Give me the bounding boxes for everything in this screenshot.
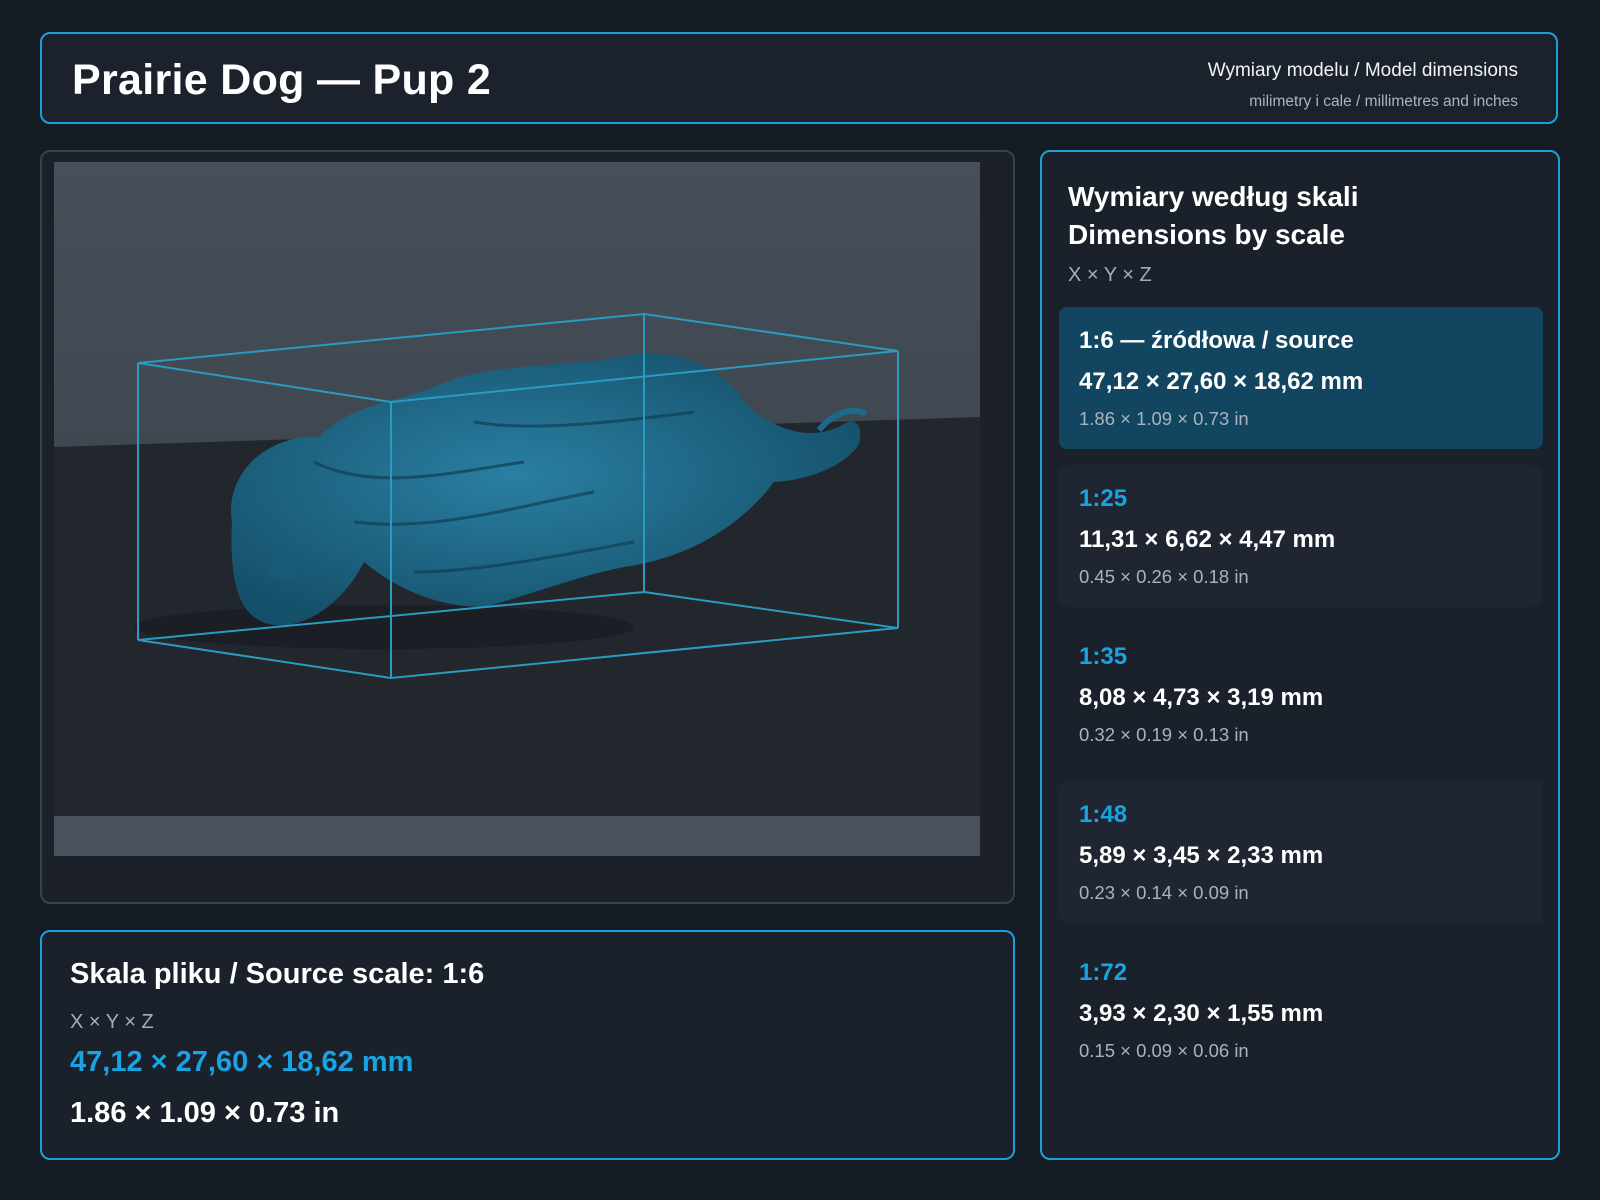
source-dimensions-mm: 47,12 × 27,60 × 18,62 mm — [70, 1046, 414, 1078]
scale-dimensions-inches: 0.23 × 0.14 × 0.09 in — [1079, 882, 1249, 903]
scale-item-1-6[interactable]: 1:6 — źródłowa / source 47,12 × 27,60 × … — [1059, 307, 1543, 449]
scale-item-1-48[interactable]: 1:48 5,89 × 3,45 × 2,33 mm 0.23 × 0.14 ×… — [1059, 781, 1543, 923]
dimensions-by-scale-panel: Wymiary według skali Dimensions by scale… — [1040, 150, 1560, 1160]
scale-label: 1:6 — źródłowa / source — [1079, 327, 1354, 354]
source-axes-label: X × Y × Z — [70, 1011, 154, 1033]
scale-list: 1:6 — źródłowa / source 47,12 × 27,60 × … — [1059, 307, 1543, 1097]
scale-axes-label: X × Y × Z — [1068, 264, 1152, 286]
source-scale-title: Skala pliku / Source scale: 1:6 — [70, 958, 485, 990]
source-scale-panel: Skala pliku / Source scale: 1:6 X × Y × … — [40, 930, 1015, 1160]
scale-panel-title: Wymiary według skali Dimensions by scale — [1068, 181, 1359, 250]
scale-dimensions-inches: 1.86 × 1.09 × 0.73 in — [1079, 408, 1249, 429]
scale-dimensions-mm: 11,31 × 6,62 × 4,47 mm — [1079, 526, 1336, 553]
scale-dimensions-mm: 47,12 × 27,60 × 18,62 mm — [1079, 368, 1364, 395]
model-viewer[interactable] — [40, 150, 1015, 904]
scale-dimensions-mm: 8,08 × 4,73 × 3,19 mm — [1079, 684, 1324, 711]
scale-dimensions-inches: 0.45 × 0.26 × 0.18 in — [1079, 566, 1249, 587]
scale-label: 1:48 — [1079, 801, 1128, 828]
scale-item-1-72[interactable]: 1:72 3,93 × 2,30 × 1,55 mm 0.15 × 0.09 ×… — [1059, 939, 1543, 1081]
header-bar: Prairie Dog — Pup 2 Wymiary modelu / Mod… — [40, 32, 1558, 124]
model-shadow — [134, 605, 634, 649]
header-units-note: milimetry i cale / millimetres and inche… — [1249, 93, 1518, 110]
scale-dimensions-inches: 0.32 × 0.19 × 0.13 in — [1079, 724, 1249, 745]
scale-item-1-35[interactable]: 1:35 8,08 × 4,73 × 3,19 mm 0.32 × 0.19 ×… — [1059, 623, 1543, 765]
model-viewport[interactable] — [54, 162, 980, 856]
scale-label: 1:25 — [1079, 485, 1128, 512]
header-subtitle: Wymiary modelu / Model dimensions — [1207, 60, 1518, 81]
source-dimensions-inches: 1.86 × 1.09 × 0.73 in — [70, 1097, 340, 1129]
scale-dimensions-mm: 3,93 × 2,30 × 1,55 mm — [1079, 1000, 1324, 1027]
page-title: Prairie Dog — Pup 2 — [72, 56, 492, 104]
viewport-bottom-strip — [54, 816, 980, 856]
scale-dimensions-inches: 0.15 × 0.09 × 0.06 in — [1079, 1040, 1249, 1061]
scale-dimensions-mm: 5,89 × 3,45 × 2,33 mm — [1079, 842, 1324, 869]
scale-item-1-25[interactable]: 1:25 11,31 × 6,62 × 4,47 mm 0.45 × 0.26 … — [1059, 465, 1543, 607]
scale-label: 1:72 — [1079, 959, 1128, 986]
scale-label: 1:35 — [1079, 643, 1128, 670]
